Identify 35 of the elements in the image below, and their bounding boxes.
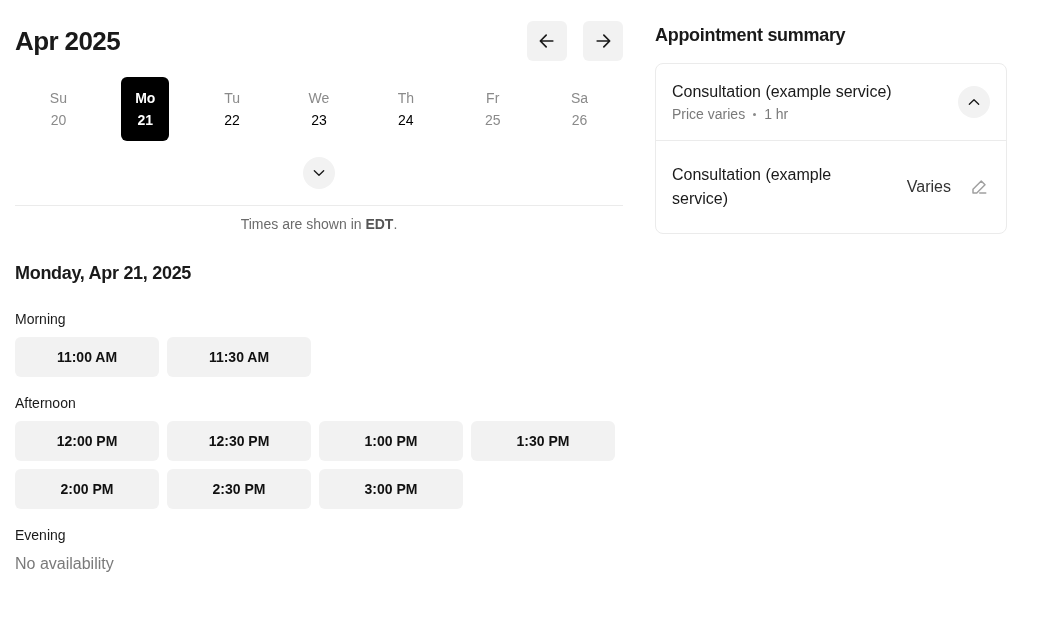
service-detail: 1 hr: [764, 105, 789, 124]
day-button[interactable]: Mo 21: [121, 77, 170, 141]
time-slot-button[interactable]: 1:00 PM: [319, 421, 463, 461]
service-name: Consultation (example service): [672, 82, 892, 102]
timezone-note: Times are shown in EDT.: [240, 215, 398, 234]
day-button[interactable]: Sa 26: [555, 77, 604, 141]
day-button[interactable]: We 23: [295, 77, 343, 141]
period-label: Evening: [15, 526, 66, 545]
day-button[interactable]: Fr 25: [468, 77, 517, 141]
day-button[interactable]: Su 20: [34, 77, 83, 141]
service-detail: Price varies: [672, 105, 746, 124]
date-heading: Monday, Apr 21, 2025: [15, 262, 192, 285]
period-label: Afternoon: [15, 394, 76, 413]
period-label: Morning: [15, 310, 66, 329]
day-button[interactable]: Tu 22: [208, 77, 257, 141]
collapse-button[interactable]: [958, 86, 990, 118]
previous-button[interactable]: [527, 21, 567, 61]
pencil-icon[interactable]: [970, 178, 988, 196]
summary-title: Appointment summary: [655, 24, 846, 47]
item-name: Consultation (example service): [672, 165, 833, 209]
day-button[interactable]: Th 24: [381, 77, 430, 141]
time-slot-button[interactable]: 11:30 AM: [167, 337, 311, 377]
time-slot-button[interactable]: 12:30 PM: [167, 421, 311, 461]
item-price: Varies: [906, 177, 951, 197]
time-slot-button[interactable]: 2:00 PM: [15, 469, 159, 509]
no-availability-text: No availability: [15, 554, 114, 574]
time-slot-button[interactable]: 1:30 PM: [471, 421, 615, 461]
expand-button[interactable]: [303, 157, 335, 189]
arrow-right-icon: [593, 31, 613, 51]
next-button[interactable]: [583, 21, 623, 61]
time-slot-button[interactable]: 12:00 PM: [15, 421, 159, 461]
month-title: Apr 2025: [15, 24, 121, 58]
time-slot-button[interactable]: 11:00 AM: [15, 337, 159, 377]
time-slot-button[interactable]: 3:00 PM: [319, 469, 463, 509]
time-slot-button[interactable]: 2:30 PM: [167, 469, 311, 509]
